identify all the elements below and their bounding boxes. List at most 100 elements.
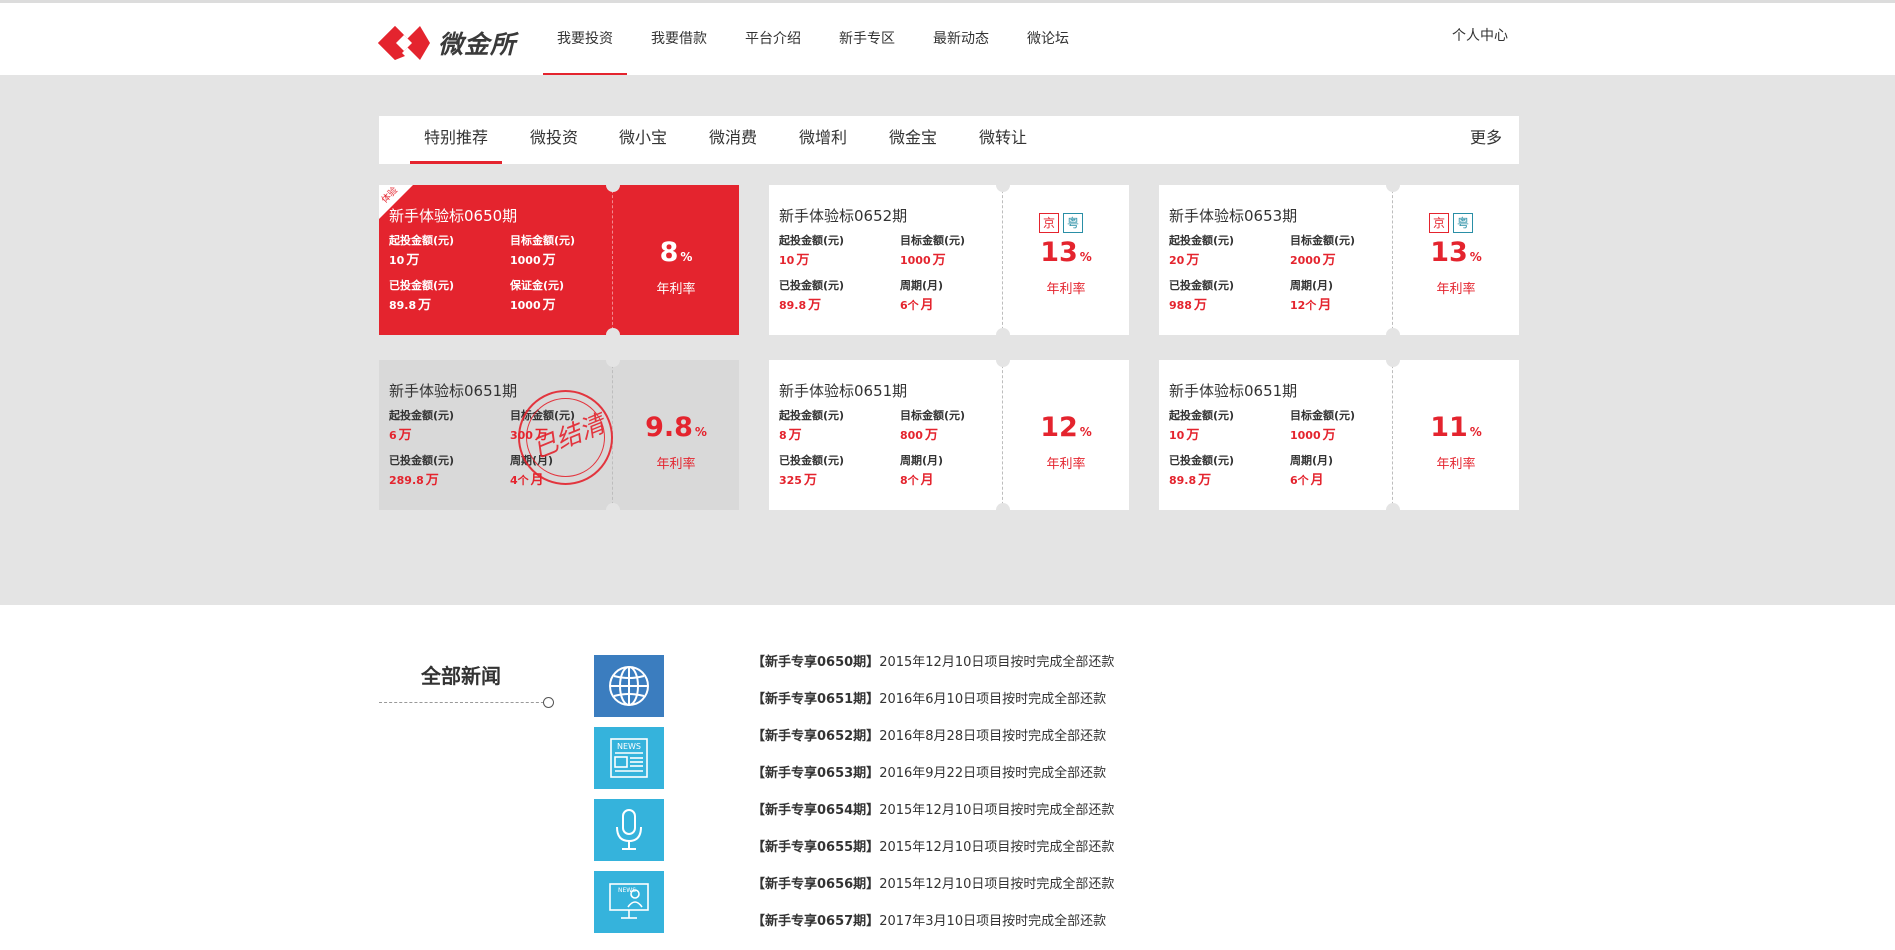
news-list: 【新手专享0650期】2015年12月10日项目按时完成全部还款 【新手专享06… [752,651,1114,947]
news-item[interactable]: 【新手专享0653期】2016年9月22日项目按时完成全部还款 [752,762,1114,799]
product-name: 新手体验标0652期 [779,207,908,225]
user-center-link[interactable]: 个人中心 [1452,25,1508,45]
target-amount-label: 目标金额(元) [900,234,966,247]
target-amount-value: 1000 万 [1290,428,1336,443]
tab-featured[interactable]: 特别推荐 [409,116,503,164]
more-link[interactable]: 更多 [1470,116,1502,164]
invested-amount-value: 89.8 万 [779,298,822,313]
interest-rate: 9.8% [645,412,707,443]
invested-amount-value: 325 万 [779,473,817,488]
card-notch [1386,360,1400,367]
invested-amount-label: 已投金额(元) [779,279,845,292]
nav-latest-news[interactable]: 最新动态 [919,3,1003,75]
card-notch [1386,503,1400,510]
nav-platform-intro[interactable]: 平台介绍 [731,3,815,75]
product-card[interactable]: 体验 新手体验标0650期 起投金额(元) 10 万 目标金额(元) 1000 万 … [379,185,739,335]
card-notch [996,328,1010,335]
tab-micro-gold[interactable]: 微金宝 [889,116,937,164]
news-item[interactable]: 【新手专享0655期】2015年12月10日项目按时完成全部还款 [752,836,1114,873]
product-name: 新手体验标0651期 [1169,382,1298,400]
newspaper-icon-label: NEWS [617,742,641,751]
news-screen-icon[interactable]: NEWS [594,871,664,933]
invested-amount-value: 289.8 万 [389,473,439,488]
target-amount-value: 1000 万 [510,253,556,268]
min-invest-label: 起投金额(元) [389,409,455,422]
region-badge-beijing: 京 [1039,213,1059,233]
logo[interactable]: 微金所 [378,25,516,61]
deposit-label: 保证金(元) [510,279,565,292]
product-name: 新手体验标0650期 [389,207,518,225]
nav-borrow[interactable]: 我要借款 [637,3,721,75]
main-nav: 我要投资 我要借款 平台介绍 新手专区 最新动态 微论坛 [543,3,1093,75]
target-amount-value: 1000 万 [900,253,946,268]
min-invest-value: 10 万 [779,253,810,268]
product-card[interactable]: 新手体验标0652期 起投金额(元) 10 万 目标金额(元) 1000 万 已投金… [769,185,1129,335]
product-name: 新手体验标0651期 [779,382,908,400]
card-notch [606,360,620,367]
interest-rate-label: 年利率 [656,282,696,297]
interest-rate-label: 年利率 [1046,282,1086,297]
news-item[interactable]: 【新手专享0650期】2015年12月10日项目按时完成全部还款 [752,651,1114,688]
tab-micro-consume[interactable]: 微消费 [709,116,757,164]
invested-amount-value: 89.8 万 [1169,473,1212,488]
globe-icon[interactable] [594,655,664,717]
invested-amount-label: 已投金额(元) [389,279,455,292]
card-notch [606,503,620,510]
card-notch [996,360,1010,367]
logo-text: 微金所 [438,30,517,59]
interest-rate: 8% [659,237,693,268]
min-invest-value: 20 万 [1169,253,1200,268]
product-card[interactable]: 新手体验标0651期 起投金额(元) 10 万 目标金额(元) 1000 万 已投金… [1159,360,1519,510]
region-badge-beijing: 京 [1429,213,1449,233]
site-header: 微金所 我要投资 我要借款 平台介绍 新手专区 最新动态 微论坛 个人中心 [0,3,1895,75]
period-value: 6个月 [900,298,934,313]
period-label: 周期(月) [900,454,944,467]
invested-amount-label: 已投金额(元) [1169,279,1235,292]
card-notch [996,185,1010,192]
nav-newbie-zone[interactable]: 新手专区 [825,3,909,75]
invested-amount-label: 已投金额(元) [1169,454,1235,467]
nav-forum[interactable]: 微论坛 [1013,3,1083,75]
deposit-value: 1000 万 [510,298,556,313]
nav-invest[interactable]: 我要投资 [543,3,627,75]
news-title-underline [379,702,549,703]
microphone-icon[interactable] [594,799,664,861]
target-amount-label: 目标金额(元) [900,409,966,422]
period-label: 周期(月) [1290,454,1334,467]
product-card[interactable]: 新手体验标0653期 起投金额(元) 20 万 目标金额(元) 2000 万 已投金… [1159,185,1519,335]
product-card-settled[interactable]: 新手体验标0651期 起投金额(元) 6万 目标金额(元) 300 万 已投金额(… [379,360,739,510]
interest-rate-label: 年利率 [1046,457,1086,472]
interest-rate: 12% [1040,412,1092,443]
min-invest-label: 起投金额(元) [1169,234,1235,247]
min-invest-value: 8万 [779,428,802,443]
invested-amount-label: 已投金额(元) [779,454,845,467]
period-value: 12个月 [1290,298,1332,313]
period-label: 周期(月) [1290,279,1334,292]
product-name: 新手体验标0651期 [389,382,518,400]
news-title-dot [543,697,554,708]
target-amount-value: 2000 万 [1290,253,1336,268]
interest-rate: 13% [1430,237,1482,268]
news-item[interactable]: 【新手专享0654期】2015年12月10日项目按时完成全部还款 [752,799,1114,836]
min-invest-label: 起投金额(元) [1169,409,1235,422]
tab-micro-profit[interactable]: 微增利 [799,116,847,164]
region-badge-guangdong: 粤 [1063,213,1083,233]
news-item[interactable]: 【新手专享0651期】2016年6月10日项目按时完成全部还款 [752,688,1114,725]
news-item[interactable]: 【新手专享0656期】2015年12月10日项目按时完成全部还款 [752,873,1114,910]
news-item[interactable]: 【新手专享0657期】2017年3月10日项目按时完成全部还款 [752,910,1114,947]
interest-rate: 11% [1430,412,1482,443]
tab-micro-treasure[interactable]: 微小宝 [619,116,667,164]
period-value: 6个月 [1290,473,1324,488]
interest-rate-label: 年利率 [1436,457,1476,472]
target-amount-value: 800 万 [900,428,938,443]
tab-micro-invest[interactable]: 微投资 [530,116,578,164]
period-label: 周期(月) [900,279,944,292]
tab-micro-transfer[interactable]: 微转让 [979,116,1027,164]
invested-amount-value: 89.8 万 [389,298,432,313]
newspaper-icon[interactable]: NEWS [594,727,664,789]
news-item[interactable]: 【新手专享0652期】2016年8月28日项目按时完成全部还款 [752,725,1114,762]
invested-amount-value: 988 万 [1169,298,1207,313]
product-card[interactable]: 新手体验标0651期 起投金额(元) 8万 目标金额(元) 800 万 已投金额(… [769,360,1129,510]
product-tabs: 特别推荐 微投资 微小宝 微消费 微增利 微金宝 微转让 更多 [379,116,1519,164]
min-invest-label: 起投金额(元) [779,409,845,422]
